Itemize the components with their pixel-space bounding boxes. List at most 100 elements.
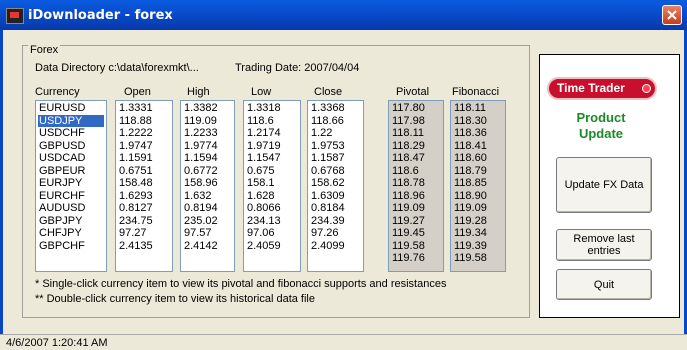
time-trader-logo[interactable]: Time Trader	[547, 77, 657, 100]
high-item[interactable]: 1.9774	[183, 140, 232, 153]
currency-item[interactable]: AUDUSD	[38, 202, 104, 215]
low-item[interactable]: 1.2174	[246, 127, 298, 140]
close-item[interactable]: 118.66	[310, 115, 361, 128]
fibonacci-item[interactable]: 118.41	[453, 140, 503, 153]
pivotal-item[interactable]: 118.78	[391, 177, 441, 190]
currency-header: Currency	[35, 86, 80, 98]
pivotal-list[interactable]: 117.80 117.98 118.11 118.29 118.47 118.6 118.7…	[388, 100, 444, 272]
high-item[interactable]: 158.96	[183, 177, 232, 190]
high-item[interactable]: 1.1594	[183, 152, 232, 165]
remove-last-entries-button[interactable]: Remove last entries	[556, 229, 652, 261]
low-item[interactable]: 1.628	[246, 190, 298, 203]
pivotal-item[interactable]: 117.98	[391, 115, 441, 128]
high-item[interactable]: 1.3382	[183, 102, 232, 115]
pivotal-item[interactable]: 119.09	[391, 202, 441, 215]
pivotal-item[interactable]: 119.27	[391, 215, 441, 228]
pivotal-item[interactable]: 118.47	[391, 152, 441, 165]
low-item[interactable]: 2.4059	[246, 240, 298, 253]
close-item[interactable]: 1.1587	[310, 152, 361, 165]
fibonacci-item[interactable]: 118.90	[453, 190, 503, 203]
currency-item[interactable]: GBPCHF	[38, 240, 104, 253]
high-item[interactable]: 235.02	[183, 215, 232, 228]
high-list[interactable]: 1.3382 119.09 1.2233 1.9774 1.1594 0.6772 158.…	[180, 100, 235, 272]
high-item[interactable]: 119.09	[183, 115, 232, 128]
low-item[interactable]: 234.13	[246, 215, 298, 228]
open-item[interactable]: 1.3331	[118, 102, 170, 115]
pivotal-item[interactable]: 118.96	[391, 190, 441, 203]
currency-item[interactable]: USDCAD	[38, 152, 104, 165]
high-item[interactable]: 0.6772	[183, 165, 232, 178]
currency-item[interactable]: EURUSD	[38, 102, 104, 115]
close-item[interactable]: 1.3368	[310, 102, 361, 115]
open-item[interactable]: 2.4135	[118, 240, 170, 253]
currency-item[interactable]: GBPJPY	[38, 215, 104, 228]
quit-button[interactable]: Quit	[556, 269, 652, 300]
open-item[interactable]: 1.6293	[118, 190, 170, 203]
open-item[interactable]: 97.27	[118, 227, 170, 240]
low-item[interactable]: 0.675	[246, 165, 298, 178]
currency-item[interactable]: EURJPY	[38, 177, 104, 190]
low-item[interactable]: 1.3318	[246, 102, 298, 115]
open-item[interactable]: 1.1591	[118, 152, 170, 165]
low-item[interactable]: 0.8066	[246, 202, 298, 215]
fibonacci-item[interactable]: 119.39	[453, 240, 503, 253]
close-item[interactable]: 0.6768	[310, 165, 361, 178]
pivotal-item[interactable]: 119.58	[391, 240, 441, 253]
open-item[interactable]: 118.88	[118, 115, 170, 128]
close-item[interactable]: 234.39	[310, 215, 361, 228]
close-button[interactable]	[662, 5, 682, 25]
currency-item[interactable]: GBPUSD	[38, 140, 104, 153]
fibonacci-item[interactable]: 118.36	[453, 127, 503, 140]
open-item[interactable]: 1.9747	[118, 140, 170, 153]
open-item[interactable]: 0.8127	[118, 202, 170, 215]
low-item[interactable]: 1.1547	[246, 152, 298, 165]
fibonacci-item[interactable]: 118.85	[453, 177, 503, 190]
high-item[interactable]: 1.632	[183, 190, 232, 203]
fibonacci-item[interactable]: 118.11	[453, 102, 503, 115]
open-item[interactable]: 0.6751	[118, 165, 170, 178]
pivotal-item[interactable]: 119.45	[391, 227, 441, 240]
low-item[interactable]: 1.9719	[246, 140, 298, 153]
low-item[interactable]: 97.06	[246, 227, 298, 240]
currency-item[interactable]: GBPEUR	[38, 165, 104, 178]
close-item[interactable]: 158.62	[310, 177, 361, 190]
fibonacci-item[interactable]: 119.09	[453, 202, 503, 215]
fibonacci-item[interactable]: 119.58	[453, 252, 503, 265]
fibonacci-list[interactable]: 118.11 118.30 118.36 118.41 118.60 118.79 118.…	[450, 100, 506, 272]
fibonacci-item[interactable]: 118.30	[453, 115, 503, 128]
open-item[interactable]: 158.48	[118, 177, 170, 190]
close-item[interactable]: 1.22	[310, 127, 361, 140]
low-list[interactable]: 1.3318 118.6 1.2174 1.9719 1.1547 0.675 158.1 1…	[243, 100, 301, 272]
close-item[interactable]: 97.26	[310, 227, 361, 240]
currency-item[interactable]: CHFJPY	[38, 227, 104, 240]
update-fx-data-button[interactable]: Update FX Data	[556, 157, 652, 213]
high-item[interactable]: 2.4142	[183, 240, 232, 253]
low-item[interactable]: 118.6	[246, 115, 298, 128]
open-item[interactable]: 1.2222	[118, 127, 170, 140]
high-item[interactable]: 0.8194	[183, 202, 232, 215]
currency-item[interactable]: USDCHF	[38, 127, 104, 140]
note-double-click: ** Double-click currency item to view it…	[35, 293, 315, 305]
fibonacci-item[interactable]: 118.60	[453, 152, 503, 165]
high-item[interactable]: 1.2233	[183, 127, 232, 140]
close-item[interactable]: 1.9753	[310, 140, 361, 153]
currency-list[interactable]: EURUSD USDJPY USDCHF GBPUSD USDCAD GBPEUR EURJ…	[35, 100, 107, 272]
low-item[interactable]: 158.1	[246, 177, 298, 190]
close-item[interactable]: 2.4099	[310, 240, 361, 253]
open-list[interactable]: 1.3331 118.88 1.2222 1.9747 1.1591 0.6751 158.…	[115, 100, 173, 272]
close-list[interactable]: 1.3368 118.66 1.22 1.9753 1.1587 0.6768 158.62…	[307, 100, 364, 272]
pivotal-item[interactable]: 118.6	[391, 165, 441, 178]
pivotal-item[interactable]: 119.76	[391, 252, 441, 265]
open-item[interactable]: 234.75	[118, 215, 170, 228]
fibonacci-item[interactable]: 119.34	[453, 227, 503, 240]
close-item[interactable]: 0.8184	[310, 202, 361, 215]
pivotal-item[interactable]: 118.11	[391, 127, 441, 140]
currency-item[interactable]: EURCHF	[38, 190, 104, 203]
pivotal-item[interactable]: 117.80	[391, 102, 441, 115]
close-item[interactable]: 1.6309	[310, 190, 361, 203]
high-item[interactable]: 97.57	[183, 227, 232, 240]
currency-item[interactable]: USDJPY	[38, 114, 104, 127]
fibonacci-item[interactable]: 119.28	[453, 215, 503, 228]
pivotal-item[interactable]: 118.29	[391, 140, 441, 153]
fibonacci-item[interactable]: 118.79	[453, 165, 503, 178]
